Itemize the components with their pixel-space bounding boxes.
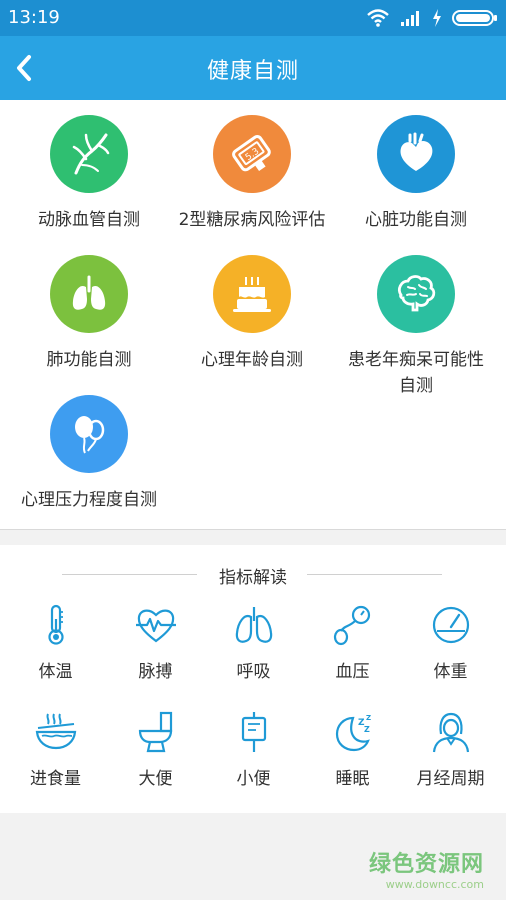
wifi-icon	[367, 9, 389, 27]
indicator-label: 体温	[38, 662, 73, 682]
indicator-urine[interactable]: 小便	[203, 710, 304, 789]
page-title: 健康自测	[206, 59, 299, 84]
self-test-lungs-badge	[50, 255, 128, 333]
self-test-mental-age[interactable]: 心理年龄自测	[168, 255, 336, 373]
indicator-menstrual-cycle[interactable]: 月经周期	[400, 710, 501, 789]
lungs-outline-icon	[235, 607, 272, 643]
lungs-icon	[72, 275, 106, 310]
brain-icon	[398, 275, 436, 312]
indicator-breathing[interactable]: 呼吸	[203, 603, 304, 682]
toilet-icon	[138, 711, 172, 753]
self-test-lungs[interactable]: 肺功能自测	[5, 255, 173, 373]
indicator-label: 进食量	[30, 769, 81, 789]
birthday-cake-icon	[233, 277, 271, 312]
balloons-icon	[75, 416, 105, 454]
woman-icon	[432, 712, 469, 753]
self-test-diabetes-badge: 5.3	[213, 115, 291, 193]
self-test-artery[interactable]: 动脉血管自测	[5, 115, 173, 233]
indicator-label: 呼吸	[236, 662, 271, 682]
indicator-pulse[interactable]: 脉搏	[105, 603, 206, 682]
status-icons	[366, 8, 498, 28]
self-test-label: 动脉血管自测	[38, 210, 140, 230]
indicator-header: 指标解读	[0, 563, 506, 588]
self-test-heart[interactable]: 心脏功能自测	[332, 115, 500, 233]
indicator-label: 血压	[335, 662, 370, 682]
self-test-label: 患老年痴呆可能性自测	[348, 350, 484, 396]
indicator-label: 体重	[433, 662, 468, 682]
blood-pressure-icon	[333, 605, 370, 646]
urine-bag-icon	[241, 712, 266, 752]
self-test-stress-badge	[50, 395, 128, 473]
self-test-stress[interactable]: 心理压力程度自测	[5, 395, 173, 513]
indicator-stool[interactable]: 大便	[105, 710, 206, 789]
status-time: 13:19	[8, 7, 60, 28]
indicator-label: 月经周期	[416, 769, 485, 789]
svg-text:Z: Z	[366, 714, 371, 722]
indicator-label: 大便	[138, 769, 173, 789]
self-test-label: 心理压力程度自测	[21, 490, 157, 510]
charging-icon	[433, 9, 441, 27]
self-test-dementia[interactable]: 患老年痴呆可能性自测	[332, 255, 500, 399]
self-test-label: 心理年龄自测	[201, 350, 303, 370]
self-test-mental-age-badge	[213, 255, 291, 333]
glucose-meter-icon: 5.3	[232, 135, 271, 172]
watermark-url: www.downcc.com	[385, 878, 484, 891]
indicator-sleep[interactable]: Z Z Z 睡眠	[302, 710, 403, 789]
watermark: 绿色资源网 www.downcc.com	[369, 846, 484, 891]
indicator-weight[interactable]: 体重	[400, 603, 501, 682]
self-test-label: 2型糖尿病风险评估	[178, 210, 326, 230]
thermometer-icon	[47, 604, 64, 645]
pulse-heart-icon	[135, 609, 176, 643]
self-test-label: 肺功能自测	[46, 350, 132, 370]
divider-right	[307, 574, 442, 575]
self-test-heart-badge	[377, 115, 455, 193]
status-bar: 13:19	[0, 0, 506, 36]
heart-icon	[400, 132, 433, 171]
self-test-diabetes[interactable]: 5.3 2型糖尿病风险评估	[168, 115, 336, 233]
app-bar: 健康自测	[0, 36, 506, 100]
indicator-label: 小便	[236, 769, 271, 789]
watermark-name: 绿色资源网	[368, 852, 484, 877]
self-test-artery-badge	[50, 115, 128, 193]
noodle-bowl-icon	[35, 713, 76, 750]
indicator-label: 脉搏	[138, 662, 173, 682]
indicator-temperature[interactable]: 体温	[5, 603, 106, 682]
moon-sleep-icon: Z Z Z	[335, 714, 371, 752]
indicator-food-intake[interactable]: 进食量	[5, 710, 106, 789]
indicator-label: 睡眠	[335, 769, 370, 789]
battery-icon	[452, 10, 497, 26]
artery-icon	[72, 133, 110, 175]
scale-icon	[432, 606, 469, 644]
indicator-heading: 指标解读	[219, 568, 287, 588]
indicator-section: 指标解读 体温 脉搏 呼吸 血压 体重 进食量 大便 小便 Z Z Z 睡眠 月…	[0, 545, 506, 813]
self-test-grid: 动脉血管自测 5.3 2型糖尿病风险评估 心脏功能自测 肺功能自测 心理年龄自测…	[0, 100, 506, 530]
svg-text:Z: Z	[364, 725, 370, 734]
signal-icon	[401, 11, 419, 26]
self-test-label: 心脏功能自测	[365, 210, 467, 230]
self-test-dementia-badge	[377, 255, 455, 333]
indicator-blood-pressure[interactable]: 血压	[302, 603, 403, 682]
